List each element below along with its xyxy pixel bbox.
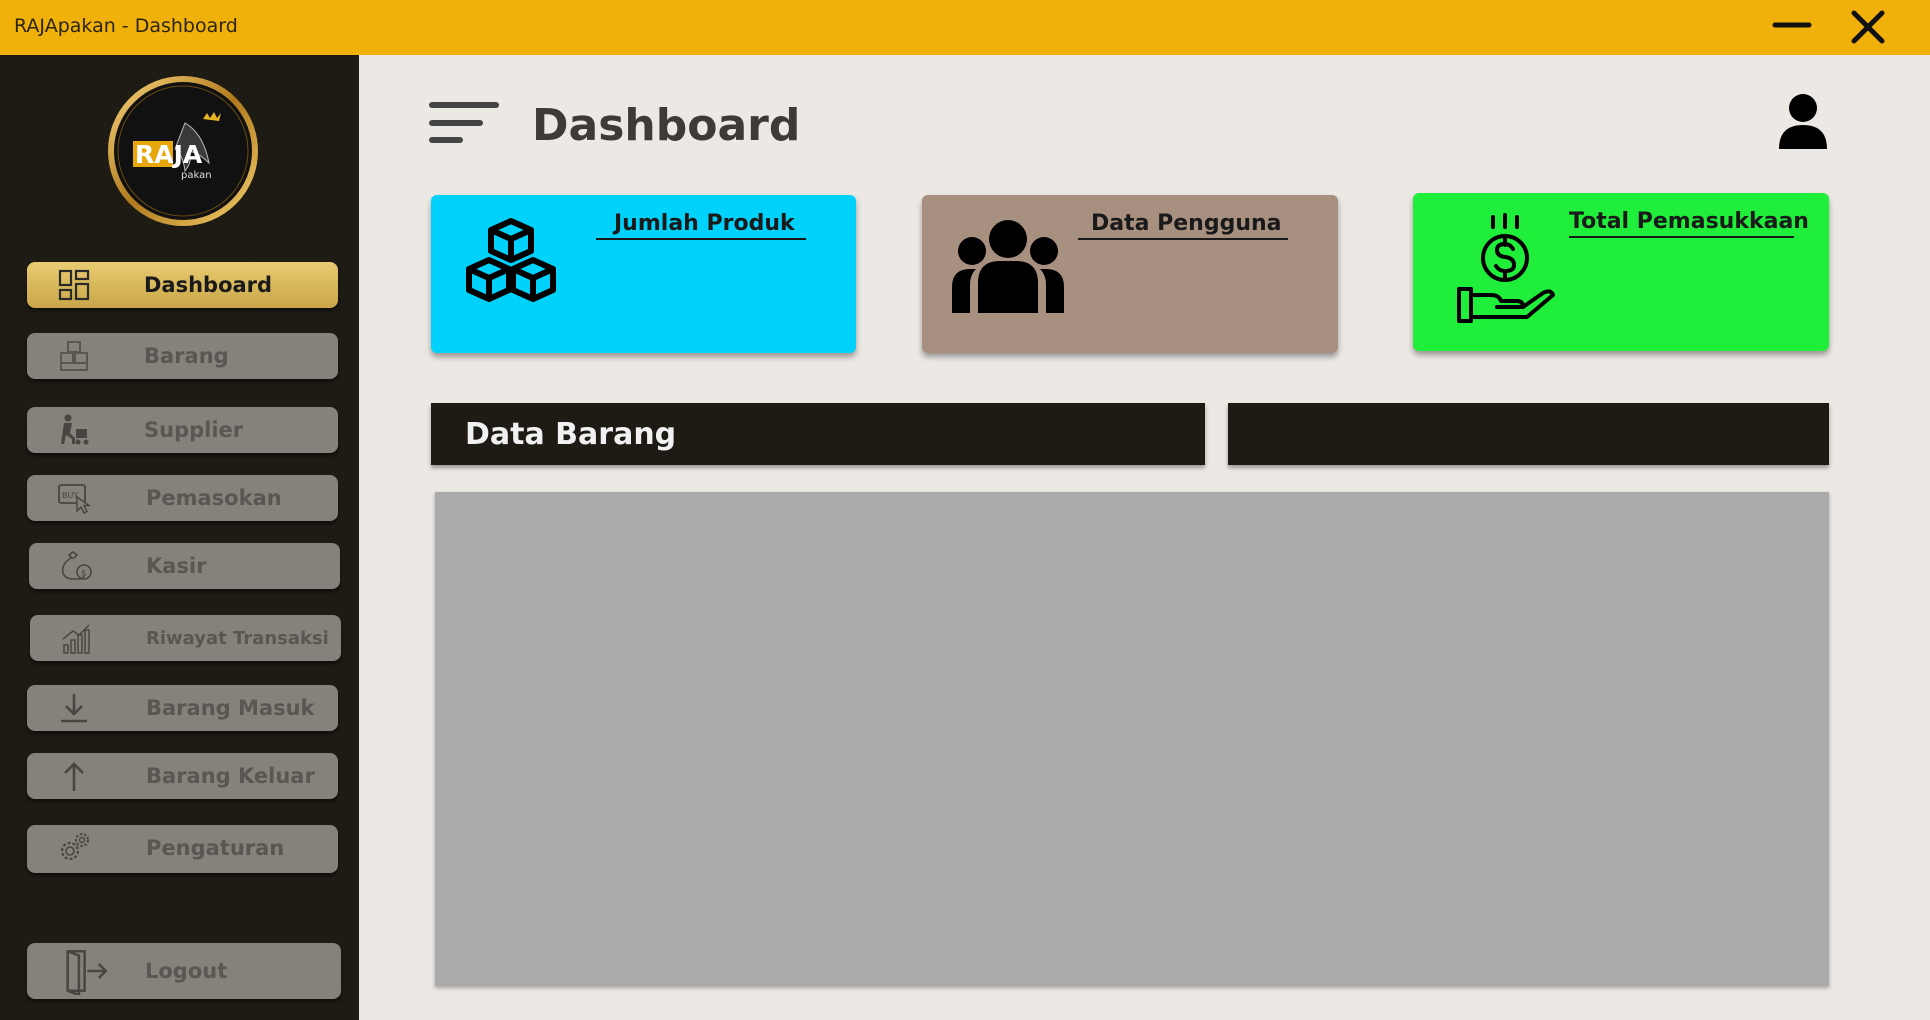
card-label: Jumlah Produk [614,211,795,236]
card-underline [596,238,806,240]
boxes-icon [60,341,88,371]
close-button[interactable] [1846,8,1890,46]
svg-text:BUY: BUY [62,491,78,500]
boxes-icon [466,218,556,302]
sidebar-item-pemasokan[interactable]: BUY Pemasokan [27,475,338,521]
user-icon [1779,94,1827,149]
minimize-icon [1772,22,1812,28]
sidebar-item-label: Dashboard [144,273,273,297]
user-profile-button[interactable] [1777,93,1829,151]
sidebar-item-label: Supplier [144,418,244,442]
data-barang-header: Data Barang [431,403,1205,465]
card-underline [1569,236,1794,238]
sidebar-item-label: Kasir [146,554,207,578]
sidebar-item-label: Barang Masuk [146,696,315,720]
window-title: RAJApakan - Dashboard [14,15,238,37]
sidebar-item-label: Riwayat Transaksi [146,628,329,649]
panel-title: Data Barang [465,417,677,452]
secondary-panel-header [1228,403,1829,465]
sidebar: RAJA pakan Dashboard Barang Supplier BUY… [0,55,359,1020]
sidebar-item-label: Barang [144,344,229,368]
buy-click-icon: BUY [58,484,91,515]
card-label: Data Pengguna [1091,211,1282,236]
minimize-button[interactable] [1770,8,1814,46]
svg-text:$: $ [81,569,87,579]
logout-button[interactable]: Logout [27,943,341,999]
delivery-person-icon [61,414,89,445]
app-logo: RAJA pakan [107,75,259,227]
arrow-up-icon [64,762,84,791]
logout-label: Logout [145,959,228,983]
users-group-icon [952,220,1064,313]
dashboard-grid-icon [58,269,90,301]
close-icon [1851,10,1885,44]
card-label: Total Pemasukkaan [1569,209,1809,234]
data-barang-table[interactable] [435,492,1829,986]
sidebar-item-barang-keluar[interactable]: Barang Keluar [27,753,338,799]
card-underline [1078,238,1288,240]
sidebar-item-dashboard[interactable]: Dashboard [27,262,338,308]
page-title: Dashboard [532,100,801,151]
money-bag-icon: $ [61,551,92,580]
sidebar-item-label: Pemasokan [146,486,282,510]
menu-toggle-button[interactable] [428,100,500,148]
bar-chart-growth-icon [62,624,90,654]
svg-text:RAJA: RAJA [135,140,203,169]
sidebar-item-supplier[interactable]: Supplier [27,407,338,453]
arrow-down-icon [61,694,87,723]
hamburger-icon [429,102,499,143]
gears-icon [60,833,89,861]
sidebar-item-kasir[interactable]: $ Kasir [29,543,340,589]
sidebar-item-label: Pengaturan [146,836,285,860]
sidebar-item-barang-masuk[interactable]: Barang Masuk [27,685,338,731]
sidebar-item-riwayat-transaksi[interactable]: Riwayat Transaksi [30,615,341,661]
card-data-pengguna[interactable]: Data Pengguna [922,195,1338,353]
svg-text:pakan: pakan [181,170,212,181]
title-bar: RAJApakan - Dashboard [0,0,1930,55]
card-total-pemasukkaan[interactable]: Total Pemasukkaan [1413,193,1829,351]
sidebar-item-label: Barang Keluar [146,764,315,788]
logout-door-icon [66,949,108,995]
sidebar-item-barang[interactable]: Barang [27,333,338,379]
sidebar-item-pengaturan[interactable]: Pengaturan [27,825,338,873]
card-jumlah-produk[interactable]: Jumlah Produk [431,195,856,353]
money-hand-icon [1457,213,1555,323]
